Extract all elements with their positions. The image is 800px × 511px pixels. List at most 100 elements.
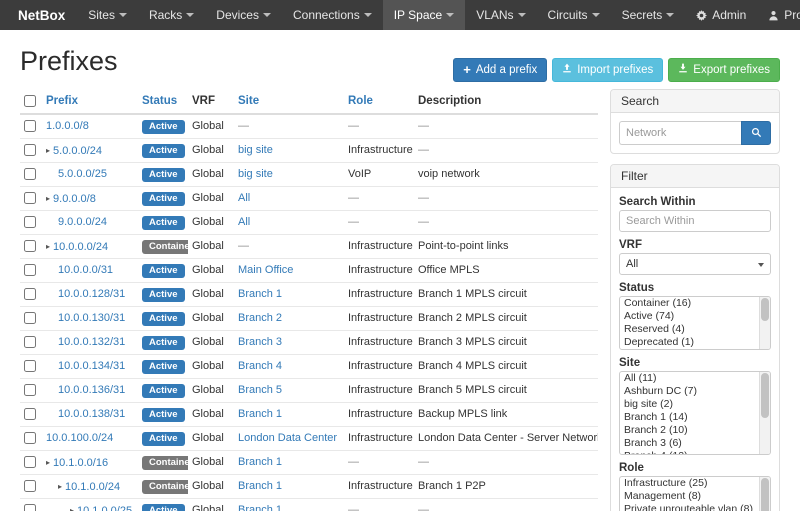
row-checkbox[interactable]	[24, 456, 36, 468]
column-header-status[interactable]: Status	[138, 89, 188, 114]
row-checkbox[interactable]	[24, 288, 36, 300]
site-link[interactable]: Branch 2	[238, 312, 282, 324]
prefix-link[interactable]: 10.0.0.128/31	[58, 288, 125, 300]
role-listbox[interactable]: Infrastructure (25)Management (8)Private…	[619, 476, 771, 511]
listbox-option[interactable]: Reserved (4)	[620, 323, 759, 336]
site-link[interactable]: Main Office	[238, 264, 293, 276]
site-listbox[interactable]: All (11)Ashburn DC (7)big site (2)Branch…	[619, 371, 771, 455]
listbox-option[interactable]: big site (2)	[620, 398, 759, 411]
status-listbox[interactable]: Container (16)Active (74)Reserved (4)Dep…	[619, 296, 771, 350]
site-link[interactable]: London Data Center	[238, 432, 337, 444]
select-all-checkbox[interactable]	[24, 95, 36, 107]
vrf-select[interactable]: All	[619, 253, 771, 275]
prefix-link[interactable]: 1.0.0.0/8	[46, 120, 89, 132]
nav-item-connections[interactable]: Connections	[282, 0, 383, 30]
nav-item-profile[interactable]: Profile	[757, 0, 800, 30]
row-checkbox[interactable]	[24, 192, 36, 204]
empty-dash: —	[348, 504, 359, 511]
site-link[interactable]: Branch 4	[238, 360, 282, 372]
site-link[interactable]: Branch 1	[238, 456, 282, 468]
listbox-option[interactable]: Active (74)	[620, 310, 759, 323]
search-input[interactable]	[619, 121, 741, 145]
listbox-option[interactable]: Private unrouteable vlan (8)	[620, 503, 759, 511]
listbox-option[interactable]: Infrastructure (25)	[620, 477, 759, 490]
prefix-cell: 10.0.0.0/31	[42, 259, 138, 283]
prefix-link[interactable]: 10.0.0.132/31	[58, 336, 125, 348]
add-prefix-button[interactable]: + Add a prefix	[453, 58, 547, 82]
scrollbar[interactable]	[759, 297, 770, 349]
nav-item-devices[interactable]: Devices	[205, 0, 282, 30]
listbox-option[interactable]: Container (16)	[620, 297, 759, 310]
site-link[interactable]: Branch 1	[238, 288, 282, 300]
column-header-role[interactable]: Role	[344, 89, 414, 114]
prefix-link[interactable]: 10.0.0.136/31	[58, 384, 125, 396]
nav-item-admin[interactable]: Admin	[685, 0, 757, 30]
row-checkbox[interactable]	[24, 336, 36, 348]
row-checkbox[interactable]	[24, 360, 36, 372]
row-checkbox[interactable]	[24, 480, 36, 492]
prefix-link[interactable]: 10.0.0.130/31	[58, 312, 125, 324]
prefix-link[interactable]: 9.0.0.0/8	[53, 193, 96, 205]
search-within-input[interactable]	[619, 210, 771, 232]
column-header-site[interactable]: Site	[234, 89, 344, 114]
column-header-prefix[interactable]: Prefix	[42, 89, 138, 114]
checkbox-cell	[20, 114, 42, 139]
listbox-option[interactable]: Branch 1 (14)	[620, 411, 759, 424]
app-brand[interactable]: NetBox	[6, 0, 77, 30]
listbox-option[interactable]: Ashburn DC (7)	[620, 385, 759, 398]
row-checkbox[interactable]	[24, 408, 36, 420]
row-checkbox[interactable]	[24, 120, 36, 132]
scrollbar[interactable]	[759, 372, 770, 454]
nav-item-secrets[interactable]: Secrets	[611, 0, 686, 30]
checkbox-cell	[20, 403, 42, 427]
prefix-link[interactable]: 10.1.0.0/16	[53, 457, 108, 469]
nav-item-racks[interactable]: Racks	[138, 0, 205, 30]
site-link[interactable]: Branch 1	[238, 480, 282, 492]
prefix-link[interactable]: 10.0.0.134/31	[58, 360, 125, 372]
nav-item-circuits[interactable]: Circuits	[537, 0, 611, 30]
prefix-link[interactable]: 10.0.100.0/24	[46, 432, 113, 444]
prefix-link[interactable]: 10.0.0.0/31	[58, 264, 113, 276]
listbox-option[interactable]: Management (8)	[620, 490, 759, 503]
row-checkbox[interactable]	[24, 264, 36, 276]
site-link[interactable]: big site	[238, 168, 273, 180]
listbox-option[interactable]: Branch 2 (10)	[620, 424, 759, 437]
row-checkbox[interactable]	[24, 384, 36, 396]
row-checkbox[interactable]	[24, 240, 36, 252]
site-link[interactable]: Branch 1	[238, 408, 282, 420]
prefix-link[interactable]: 10.1.0.0/24	[65, 481, 120, 493]
nav-item-sites[interactable]: Sites	[77, 0, 138, 30]
prefix-link[interactable]: 10.1.0.0/25	[77, 505, 132, 511]
search-button[interactable]	[741, 121, 771, 145]
prefix-link[interactable]: 9.0.0.0/24	[58, 216, 107, 228]
listbox-option[interactable]: Deprecated (1)	[620, 336, 759, 349]
status-badge: Container	[142, 240, 188, 254]
nav-item-vlans[interactable]: VLANs	[465, 0, 536, 30]
listbox-option[interactable]: Branch 4 (12)	[620, 450, 759, 455]
site-link[interactable]: Branch 3	[238, 336, 282, 348]
row-checkbox[interactable]	[24, 312, 36, 324]
prefix-link[interactable]: 10.0.0.138/31	[58, 408, 125, 420]
row-checkbox[interactable]	[24, 216, 36, 228]
site-link[interactable]: All	[238, 216, 250, 228]
scrollbar[interactable]	[759, 477, 770, 511]
table-row: 10.0.100.0/24ActiveGlobalLondon Data Cen…	[20, 427, 598, 451]
listbox-option[interactable]: Branch 3 (6)	[620, 437, 759, 450]
site-cell: Main Office	[234, 259, 344, 283]
row-checkbox[interactable]	[24, 168, 36, 180]
site-link[interactable]: All	[238, 192, 250, 204]
prefix-link[interactable]: 5.0.0.0/25	[58, 168, 107, 180]
prefix-link[interactable]: 10.0.0.0/24	[53, 241, 108, 253]
row-checkbox[interactable]	[24, 432, 36, 444]
row-checkbox[interactable]	[24, 144, 36, 156]
nav-item-ip-space[interactable]: IP Space	[383, 0, 465, 30]
export-prefixes-button[interactable]: Export prefixes	[668, 58, 780, 82]
site-link[interactable]: Branch 5	[238, 384, 282, 396]
row-checkbox[interactable]	[24, 504, 36, 511]
import-prefixes-button[interactable]: Import prefixes	[552, 58, 663, 82]
listbox-option[interactable]: All (11)	[620, 372, 759, 385]
site-link[interactable]: Branch 1	[238, 504, 282, 511]
prefix-link[interactable]: 5.0.0.0/24	[53, 145, 102, 157]
site-link[interactable]: big site	[238, 144, 273, 156]
status-cell: Active	[138, 355, 188, 379]
